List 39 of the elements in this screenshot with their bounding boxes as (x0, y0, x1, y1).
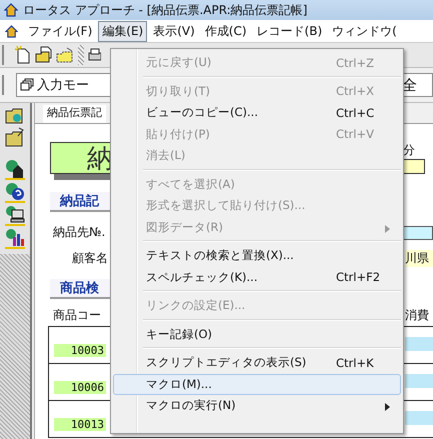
column-header: 消費 (405, 307, 430, 324)
house-icon (4, 3, 18, 17)
column-header: 商品コー (53, 307, 101, 324)
menu-item[interactable]: ビューのコピー(C)... Ctrl+C (113, 102, 401, 124)
form-tab[interactable]: 納品伝票記 (43, 105, 106, 123)
menu-item[interactable]: マクロの実行(N) (113, 395, 401, 416)
menu-item[interactable]: レコード(B) (252, 20, 326, 42)
menu-item[interactable]: マクロ(M)... (113, 374, 401, 395)
folder-icon[interactable] (34, 45, 54, 65)
table-cell[interactable]: 10006 (54, 381, 106, 394)
menu-item[interactable]: 表示(V) (149, 20, 199, 42)
chart-icon[interactable] (3, 227, 27, 249)
menu-item[interactable]: ウィンドウ( (328, 20, 401, 42)
globe-house-icon[interactable] (3, 158, 27, 180)
field-label: 納品先№. (53, 224, 106, 241)
window-title: ロータス アプローチ - [納品伝票.APR:納品伝票記帳] (23, 2, 308, 18)
field-label: 分 (403, 142, 415, 159)
menu-item[interactable]: テキストの検索と置換(X)... (113, 245, 401, 266)
house-icon[interactable] (5, 24, 18, 38)
table-cell[interactable] (405, 411, 433, 425)
menu-item[interactable]: スクリプトエディタの表示(S) Ctrl+K (113, 352, 401, 374)
menu-item[interactable]: 編集(E) (98, 20, 148, 42)
computer-icon[interactable] (3, 204, 27, 226)
menu-item[interactable]: 作成(C) (200, 20, 251, 42)
input-field[interactable] (403, 226, 433, 240)
toolbar-grip[interactable] (78, 45, 84, 65)
menu-item[interactable]: ファイル(F) (24, 20, 96, 42)
menu-item[interactable]: キー記録(O) (113, 324, 401, 345)
globe-question-icon[interactable] (3, 181, 27, 203)
input-field[interactable]: 川県 (405, 250, 433, 267)
input-field[interactable] (403, 159, 425, 174)
folder-icon[interactable] (55, 45, 75, 65)
mode-dropdown[interactable]: 入力モー (16, 73, 111, 97)
table-cell[interactable]: 10003 (54, 344, 106, 357)
table-cell[interactable] (405, 337, 433, 351)
table-cell[interactable] (405, 374, 433, 388)
windows-icon (20, 78, 34, 92)
table-cell[interactable]: 10013 (54, 418, 106, 431)
field-label: 顧客名 (72, 250, 108, 267)
